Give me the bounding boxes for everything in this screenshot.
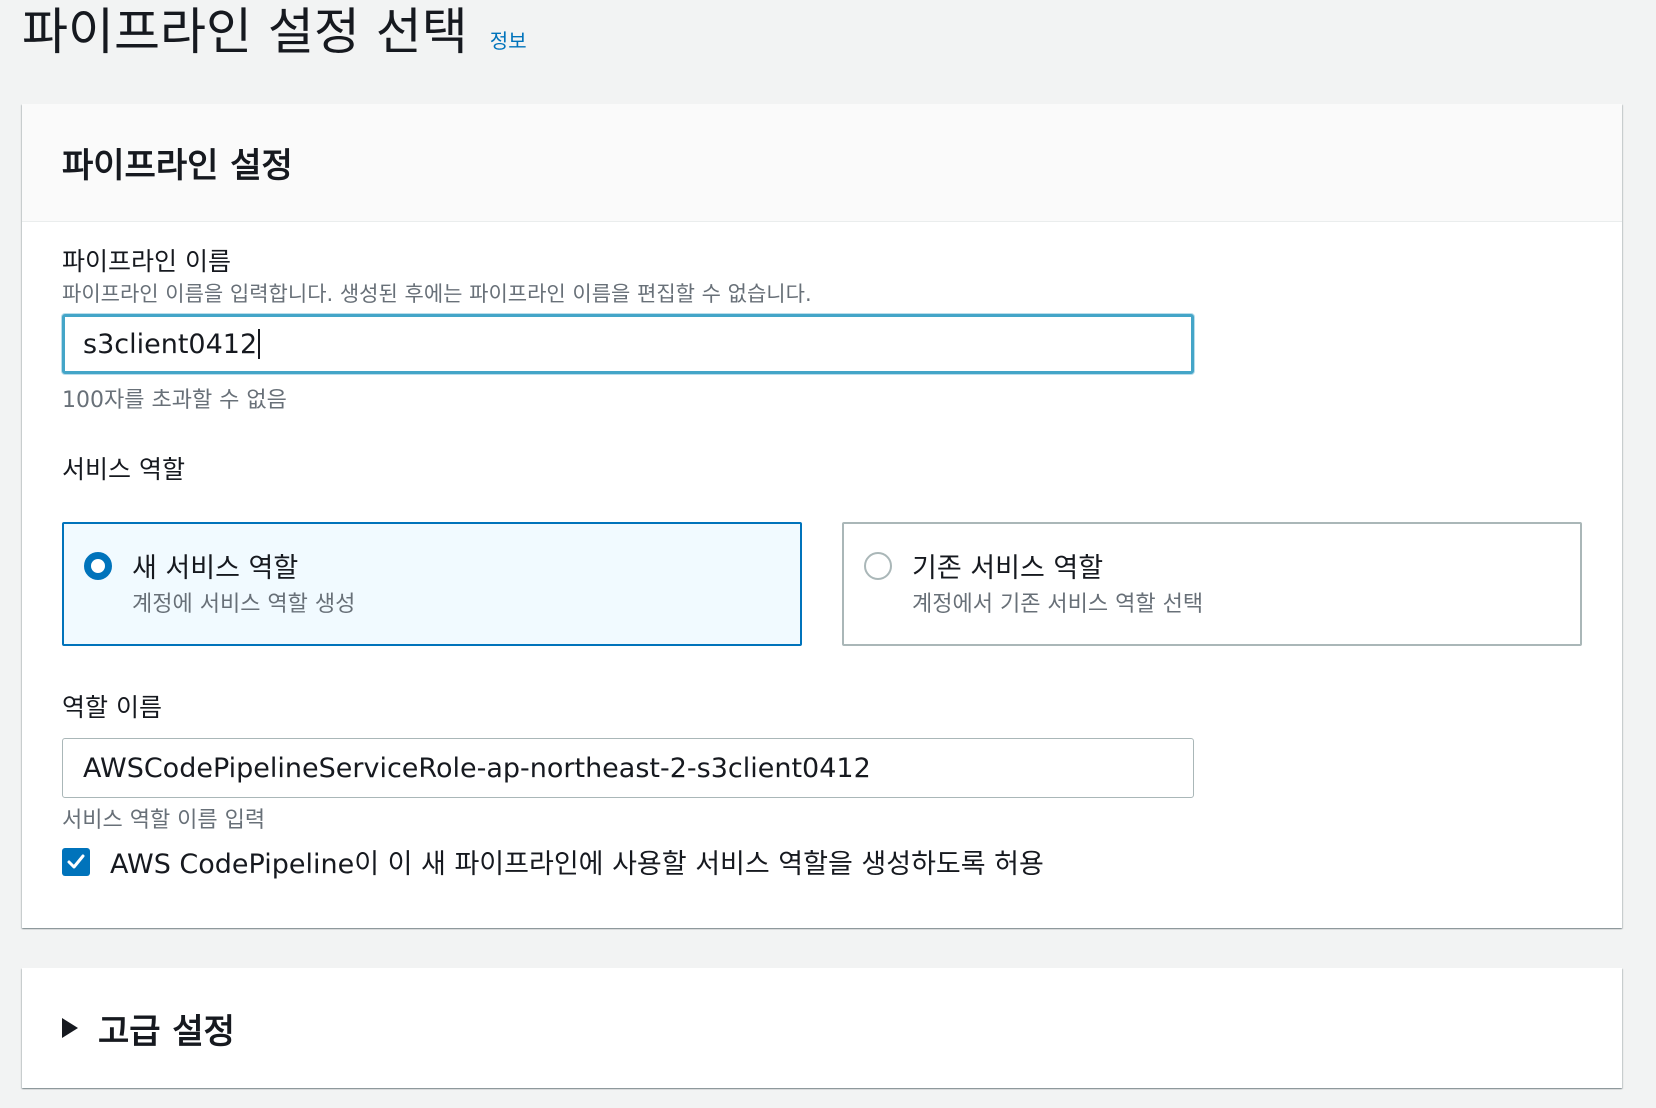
pipeline-settings-header: 파이프라인 설정	[22, 104, 1622, 222]
new-service-role-radio[interactable]	[84, 552, 112, 580]
role-name-input[interactable]: AWSCodePipelineServiceRole-ap-northeast-…	[62, 738, 1194, 798]
page-header: 파이프라인 설정 선택 정보	[22, 0, 527, 64]
allow-service-role-checkbox[interactable]	[62, 847, 90, 876]
advanced-settings-title: 고급 설정	[98, 1011, 235, 1052]
new-service-role-tile[interactable]: 새 서비스 역할 계정에 서비스 역할 생성	[62, 522, 802, 646]
page-title: 파이프라인 설정 선택	[22, 3, 468, 61]
page: 파이프라인 설정 선택 정보 파이프라인 설정 파이프라인 이름 파이프라인 이…	[0, 0, 1656, 1108]
existing-service-role-tile[interactable]: 기존 서비스 역할 계정에서 기존 서비스 역할 선택	[842, 522, 1582, 646]
info-link[interactable]: 정보	[490, 25, 527, 54]
checkmark-icon	[67, 854, 85, 868]
allow-service-role-row: AWS CodePipeline이 이 새 파이프라인에 사용할 서비스 역할을…	[62, 842, 1044, 881]
caret-right-icon	[62, 1018, 78, 1038]
pipeline-name-value: s3client0412	[83, 328, 258, 360]
advanced-settings-panel[interactable]: 고급 설정	[22, 968, 1622, 1088]
role-name-value: AWSCodePipelineServiceRole-ap-northeast-…	[83, 752, 871, 784]
role-name-label: 역할 이름	[62, 693, 162, 722]
pipeline-name-input[interactable]: s3client0412	[62, 314, 1194, 374]
pipeline-name-constraint: 100자를 초과할 수 없음	[62, 388, 287, 413]
pipeline-settings-title: 파이프라인 설정	[62, 146, 293, 186]
pipeline-name-label: 파이프라인 이름	[62, 247, 231, 276]
allow-service-role-label: AWS CodePipeline이 이 새 파이프라인에 사용할 서비스 역할을…	[110, 849, 1044, 880]
new-service-role-description: 계정에 서비스 역할 생성	[132, 592, 356, 617]
text-cursor	[258, 329, 261, 359]
pipeline-settings-panel: 파이프라인 설정 파이프라인 이름 파이프라인 이름을 입력합니다. 생성된 후…	[22, 104, 1622, 928]
service-role-label: 서비스 역할	[62, 455, 185, 484]
pipeline-name-description: 파이프라인 이름을 입력합니다. 생성된 후에는 파이프라인 이름을 편집할 수…	[62, 282, 812, 306]
existing-service-role-description: 계정에서 기존 서비스 역할 선택	[912, 592, 1204, 617]
new-service-role-title: 새 서비스 역할	[132, 553, 299, 584]
role-name-hint: 서비스 역할 이름 입력	[62, 808, 266, 833]
existing-service-role-radio[interactable]	[864, 552, 892, 580]
existing-service-role-title: 기존 서비스 역할	[912, 553, 1104, 584]
